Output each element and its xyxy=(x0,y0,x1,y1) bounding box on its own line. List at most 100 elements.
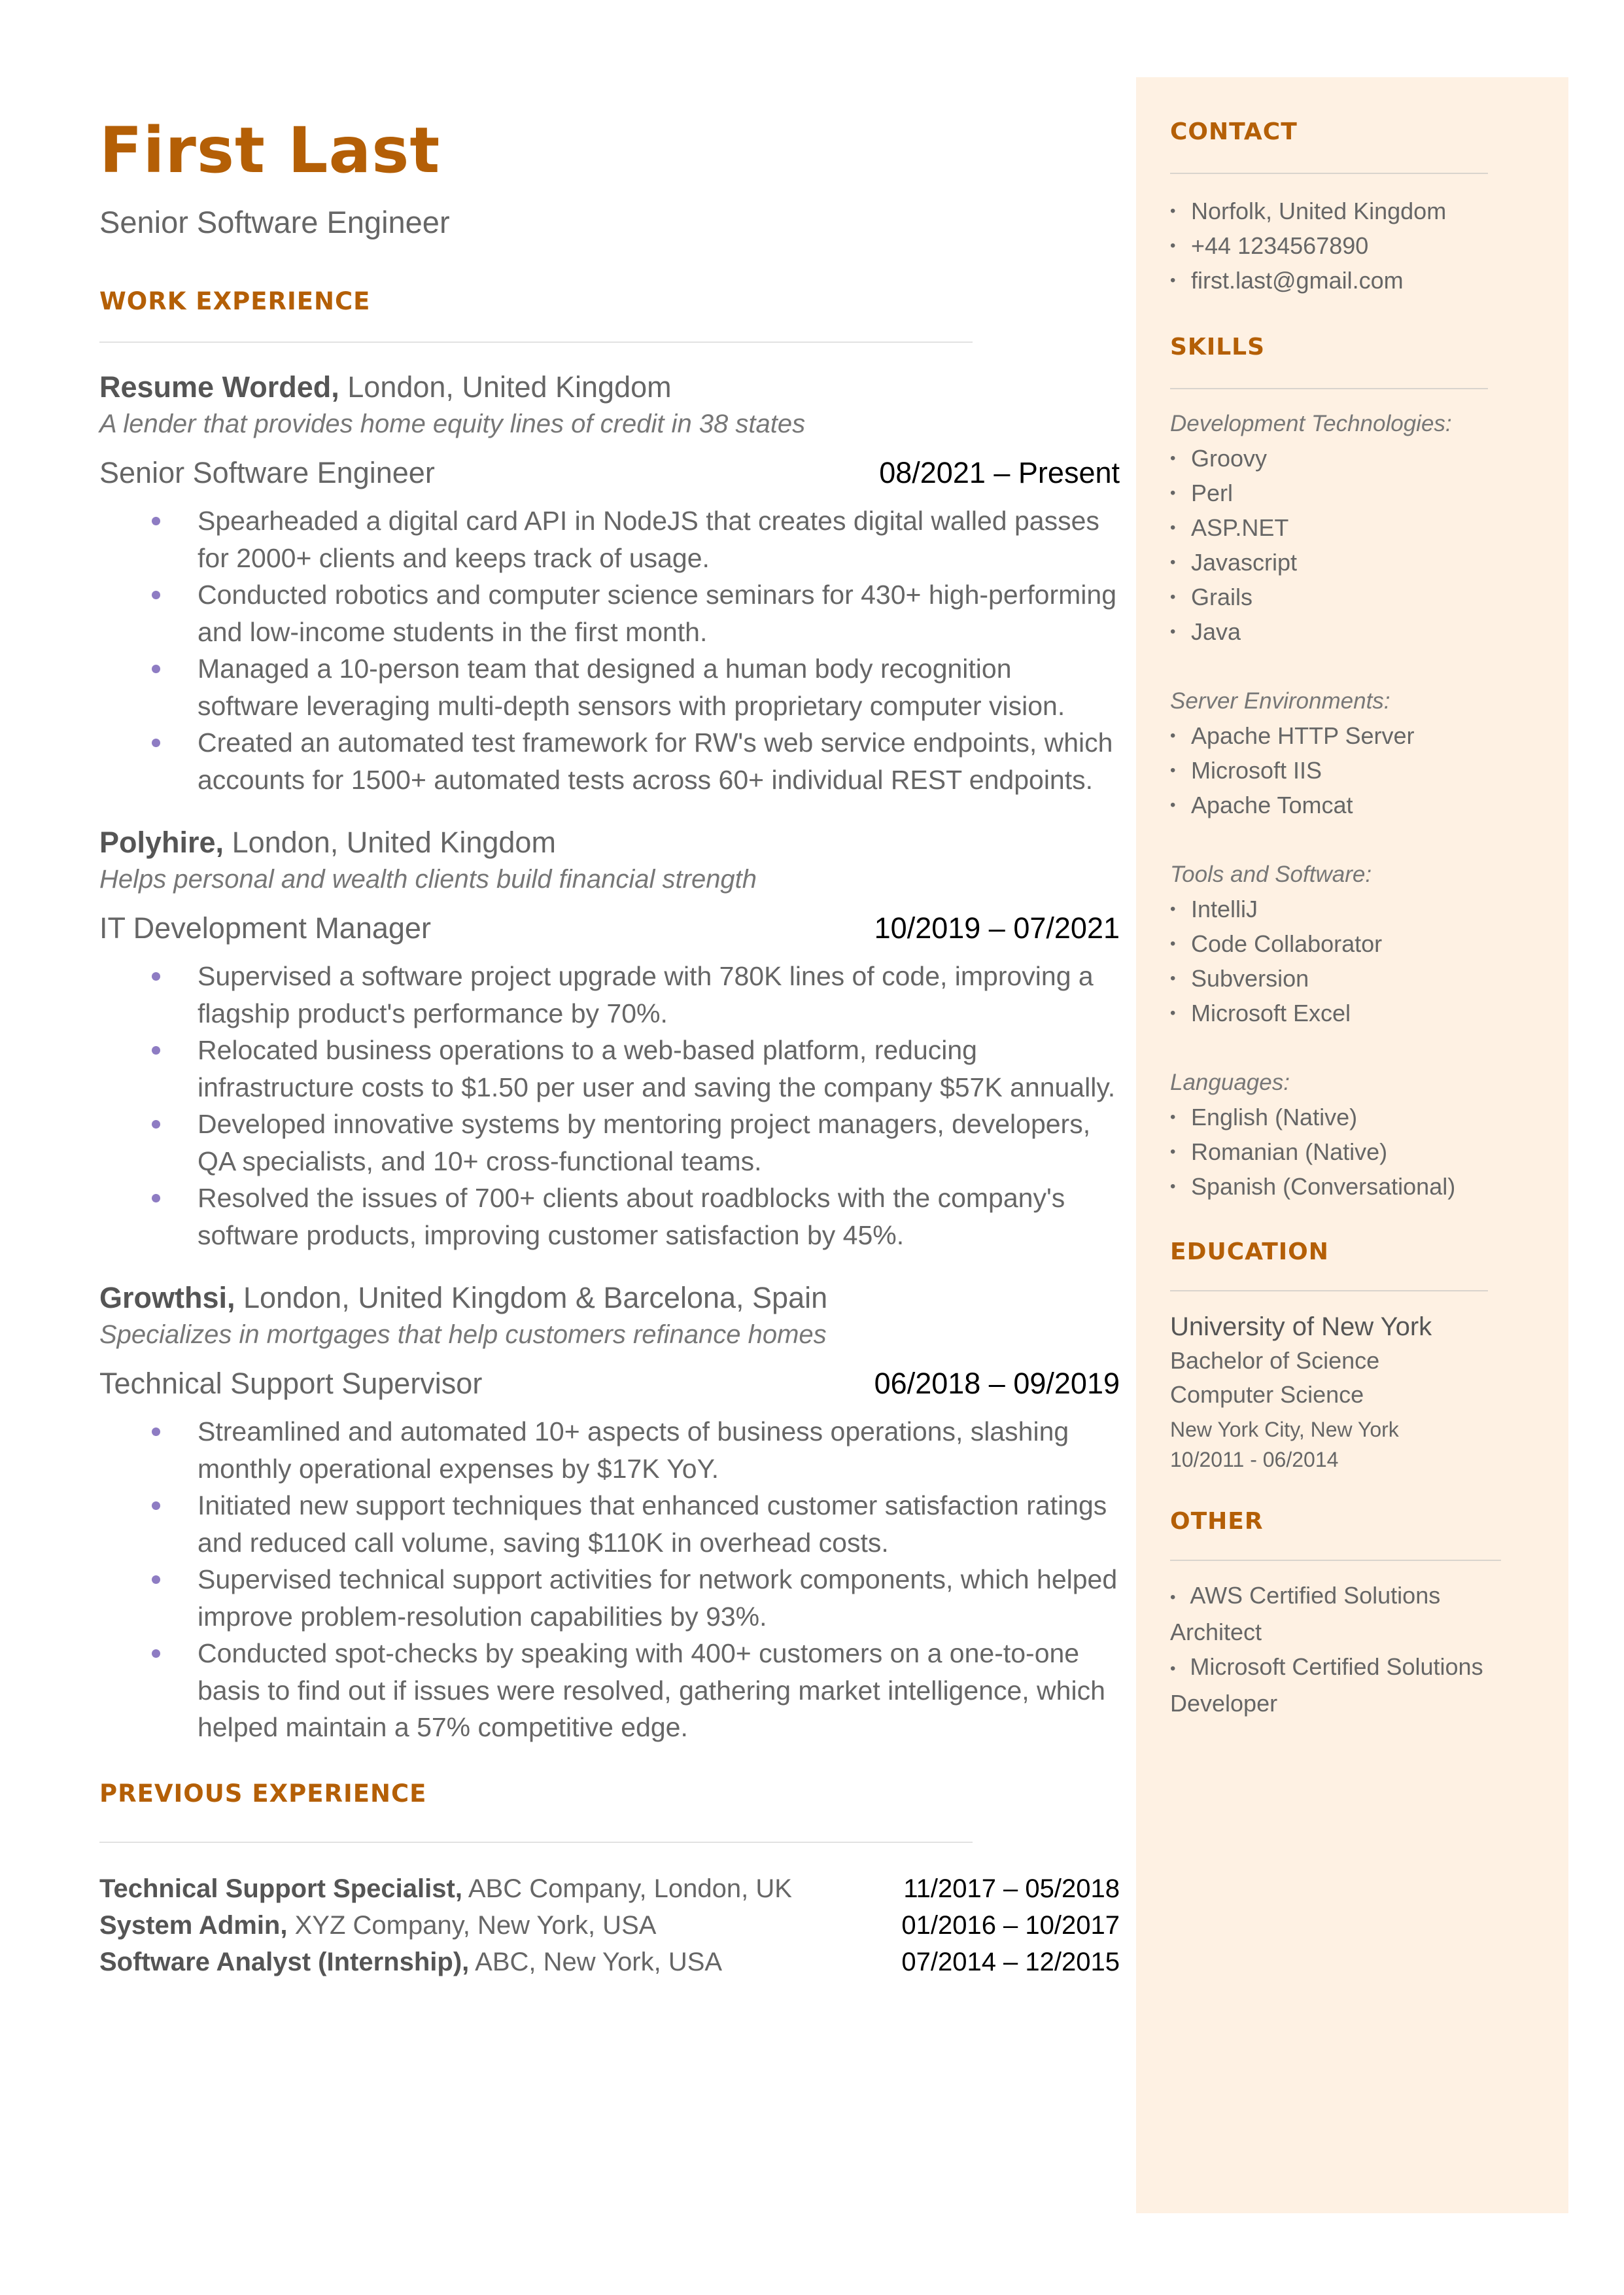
bullet-icon xyxy=(152,665,160,673)
achievement-item: Conducted spot-checks by speaking with 4… xyxy=(99,1635,1120,1746)
job-entry: Polyhire, London, United Kingdom Helps p… xyxy=(99,824,1120,1253)
role-line: Technical Support Supervisor 06/2018 – 0… xyxy=(99,1365,1120,1403)
section-divider xyxy=(99,1841,973,1843)
achievement-text: Supervised technical support activities … xyxy=(198,1564,1118,1632)
skill-list: Apache HTTP Server Microsoft IIS Apache … xyxy=(1170,718,1510,822)
achievement-item: Supervised a software project upgrade wi… xyxy=(99,958,1120,1032)
previous-experience-item: Software Analyst (Internship), ABC, New … xyxy=(99,1944,1120,1980)
achievement-text: Developed innovative systems by mentorin… xyxy=(198,1109,1091,1176)
job-role: Senior Software Engineer xyxy=(99,456,435,489)
bullet-icon xyxy=(152,1120,160,1129)
achievement-item: Streamlined and automated 10+ aspects of… xyxy=(99,1413,1120,1487)
skill-item: Perl xyxy=(1170,476,1510,510)
bullet-icon xyxy=(152,1649,160,1658)
section-divider xyxy=(1170,388,1488,389)
achievement-list: Streamlined and automated 10+ aspects of… xyxy=(99,1413,1120,1746)
achievement-item: Supervised technical support activities … xyxy=(99,1561,1120,1635)
skill-item: Groovy xyxy=(1170,441,1510,476)
work-experience-heading: WORK EXPERIENCE xyxy=(99,287,371,315)
company-description: Helps personal and wealth clients build … xyxy=(99,865,757,894)
main-column: First Last Senior Software Engineer WORK… xyxy=(99,111,1120,1980)
skill-item: Javascript xyxy=(1170,545,1510,580)
company-line: Growthsi, London, United Kingdom & Barce… xyxy=(99,1280,1120,1316)
bullet-icon xyxy=(152,1046,160,1055)
skill-list: Groovy Perl ASP.NET Javascript Grails Ja… xyxy=(1170,441,1510,649)
company-location: London, United Kingdom xyxy=(347,370,672,404)
education-heading: EDUCATION xyxy=(1170,1238,1329,1265)
sidebar-content: CONTACT Norfolk, United Kingdom +44 1234… xyxy=(1170,77,1510,1721)
bullet-icon xyxy=(152,1501,160,1510)
skill-list: English (Native) Romanian (Native) Spani… xyxy=(1170,1100,1510,1204)
achievement-text: Spearheaded a digital card API in NodeJS… xyxy=(198,506,1099,573)
previous-experience-item: Technical Support Specialist, ABC Compan… xyxy=(99,1870,1120,1907)
bullet-icon xyxy=(152,517,160,525)
candidate-title: Senior Software Engineer xyxy=(99,205,450,239)
previous-experience-list: Technical Support Specialist, ABC Compan… xyxy=(99,1870,1120,1980)
education-degree: Bachelor of Science xyxy=(1170,1347,1380,1374)
previous-experience-item: System Admin, XYZ Company, New York, USA… xyxy=(99,1907,1120,1944)
achievement-text: Initiated new support techniques that en… xyxy=(198,1490,1107,1558)
job-dates: 10/2019 – 07/2021 xyxy=(874,911,1120,945)
company-location: London, United Kingdom & Barcelona, Spai… xyxy=(243,1281,828,1314)
company-description: Specializes in mortgages that help custo… xyxy=(99,1320,827,1349)
skill-item: Grails xyxy=(1170,580,1510,614)
skill-item: Apache HTTP Server xyxy=(1170,718,1510,753)
contact-location: Norfolk, United Kingdom xyxy=(1170,194,1510,228)
achievement-item: Initiated new support techniques that en… xyxy=(99,1487,1120,1561)
achievement-text: Conducted robotics and computer science … xyxy=(198,580,1116,647)
job-role: IT Development Manager xyxy=(99,911,431,945)
company-description: A lender that provides home equity lines… xyxy=(99,410,806,438)
bullet-icon xyxy=(152,1575,160,1584)
bullet-icon xyxy=(152,1428,160,1436)
certification-text: Microsoft Certified Solutions Developer xyxy=(1170,1653,1483,1717)
achievement-item: Managed a 10-person team that designed a… xyxy=(99,650,1120,724)
achievement-text: Created an automated test framework for … xyxy=(198,727,1113,795)
skill-item: Java xyxy=(1170,614,1510,649)
skill-item: Microsoft IIS xyxy=(1170,753,1510,788)
contact-list: Norfolk, United Kingdom +44 1234567890 f… xyxy=(1170,194,1510,298)
previous-detail: XYZ Company, New York, USA xyxy=(294,1910,657,1940)
achievement-text: Streamlined and automated 10+ aspects of… xyxy=(198,1416,1069,1484)
certification-item: • Microsoft Certified Solutions Developer xyxy=(1170,1649,1504,1721)
achievement-item: Resolved the issues of 700+ clients abou… xyxy=(99,1180,1120,1253)
contact-email[interactable]: first.last@gmail.com xyxy=(1170,263,1510,298)
job-dates: 06/2018 – 09/2019 xyxy=(874,1367,1120,1400)
job-entry: Resume Worded, London, United Kingdom A … xyxy=(99,369,1120,798)
contact-phone: +44 1234567890 xyxy=(1170,228,1510,263)
skills-heading: SKILLS xyxy=(1170,334,1266,360)
previous-dates: 07/2014 – 12/2015 xyxy=(901,1947,1120,1976)
bullet-icon xyxy=(152,1194,160,1202)
achievement-list: Spearheaded a digital card API in NodeJS… xyxy=(99,502,1120,798)
role-line: Senior Software Engineer 08/2021 – Prese… xyxy=(99,454,1120,492)
company-line: Polyhire, London, United Kingdom xyxy=(99,824,1120,861)
company-location: London, United Kingdom xyxy=(232,826,556,859)
section-divider xyxy=(1170,1290,1488,1291)
job-entry: Growthsi, London, United Kingdom & Barce… xyxy=(99,1280,1120,1746)
section-divider xyxy=(99,342,973,343)
achievement-text: Resolved the issues of 700+ clients abou… xyxy=(198,1183,1065,1250)
candidate-name: First Last xyxy=(99,114,441,187)
education-entry: University of New York Bachelor of Scien… xyxy=(1170,1310,1510,1475)
skill-list: IntelliJ Code Collaborator Subversion Mi… xyxy=(1170,892,1510,1030)
education-school: University of New York xyxy=(1170,1312,1432,1341)
skill-item: Spanish (Conversational) xyxy=(1170,1169,1510,1204)
previous-detail: ABC, New York, USA xyxy=(475,1947,723,1976)
job-dates: 08/2021 – Present xyxy=(879,456,1120,489)
bullet-icon xyxy=(152,591,160,599)
achievement-item: Spearheaded a digital card API in NodeJS… xyxy=(99,502,1120,576)
certification-text: AWS Certified Solutions Architect xyxy=(1170,1582,1441,1645)
achievement-item: Conducted robotics and computer science … xyxy=(99,576,1120,650)
bullet-icon: • xyxy=(1170,1659,1176,1677)
achievement-text: Conducted spot-checks by speaking with 4… xyxy=(198,1638,1105,1742)
bullet-icon: • xyxy=(1170,1588,1176,1606)
company-line: Resume Worded, London, United Kingdom xyxy=(99,369,1120,406)
section-divider xyxy=(1170,173,1488,174)
skill-category: Tools and Software: xyxy=(1170,862,1372,887)
skill-category: Languages: xyxy=(1170,1070,1290,1095)
previous-detail: ABC Company, London, UK xyxy=(468,1874,792,1903)
previous-role: Technical Support Specialist, xyxy=(99,1874,462,1903)
skill-item: Romanian (Native) xyxy=(1170,1134,1510,1169)
achievement-item: Developed innovative systems by mentorin… xyxy=(99,1106,1120,1180)
other-heading: OTHER xyxy=(1170,1508,1264,1535)
job-role: Technical Support Supervisor xyxy=(99,1367,483,1400)
